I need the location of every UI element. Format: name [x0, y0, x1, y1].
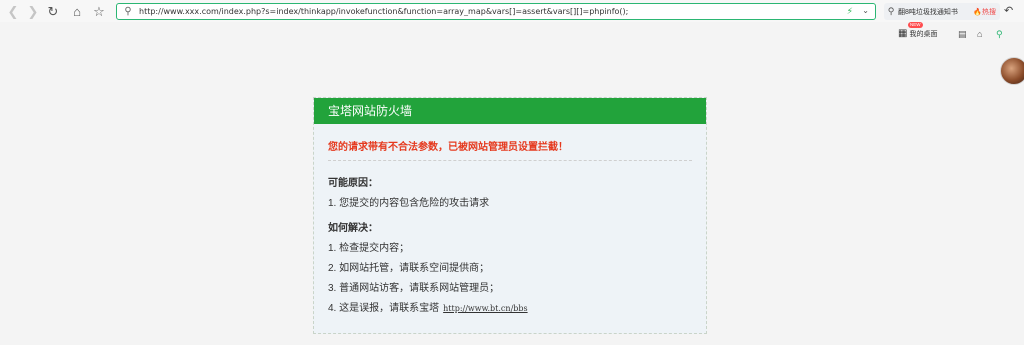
bookmark-star-icon[interactable]: ☆ [92, 4, 106, 18]
my-desktop-button[interactable]: ▦ NEW 我的桌面 [898, 22, 938, 39]
card-title: 宝塔网站防火墙 [314, 98, 706, 124]
solution-item-text: 4. 这是误报，请联系宝塔 [328, 303, 440, 314]
reasons-heading: 可能原因： [328, 178, 378, 189]
browser-toolbar: ❮ ❯ ↻ ⌂ ☆ ⚲ http://www.xxx.com/index.php… [0, 0, 1024, 22]
search-icon: ⚲ [887, 6, 895, 16]
forward-icon[interactable]: ❯ [26, 4, 40, 18]
back-icon[interactable]: ❮ [6, 4, 20, 18]
solution-item: 2. 如网站托管，请联系空间提供商； [328, 263, 490, 274]
solutions-heading: 如何解决： [328, 223, 378, 234]
firewall-card: 宝塔网站防火墙 您的请求带有不合法参数，已被网站管理员设置拦截！ 可能原因： 1… [313, 97, 707, 334]
reload-icon[interactable]: ↻ [46, 4, 60, 18]
user-avatar[interactable] [1000, 57, 1024, 85]
my-desktop-label: 我的桌面 [909, 30, 938, 38]
hot-search-label[interactable]: 🔥热搜 [973, 7, 996, 17]
address-bar[interactable]: ⚲ http://www.xxx.com/index.php?s=index/t… [116, 3, 876, 20]
search-icon: ⚲ [124, 6, 132, 17]
solution-item: 1. 检查提交内容； [328, 243, 410, 254]
lightning-icon[interactable]: ⚡ [847, 6, 853, 17]
chevron-down-icon[interactable]: ⌄ [862, 6, 869, 15]
new-badge: NEW [908, 22, 923, 28]
support-link[interactable]: http://www.bt.cn/bbs [443, 304, 527, 313]
reader-icon[interactable]: ▤ [958, 29, 967, 40]
grid-icon: ▦ [898, 28, 908, 39]
search-box[interactable]: ⚲ 翻8吨垃圾找通知书 🔥热搜 [884, 3, 1000, 20]
undo-icon[interactable]: ↶ [1004, 4, 1013, 17]
divider [328, 160, 692, 161]
solution-item: 4. 这是误报，请联系宝塔 http://www.bt.cn/bbs [328, 299, 692, 314]
solution-item: 3. 普通网站访客，请联系网站管理员； [328, 283, 500, 294]
reason-item: 1. 您提交的内容包含危险的攻击请求 [328, 198, 490, 209]
home-icon[interactable]: ⌂ [70, 4, 84, 18]
url-text[interactable]: http://www.xxx.com/index.php?s=index/thi… [139, 7, 875, 16]
search-icon[interactable]: ⚲ [996, 29, 1003, 40]
browser-toolbar-secondary: ▦ NEW 我的桌面 ▤ ⌂ ⚲ [0, 22, 1024, 44]
search-query[interactable]: 翻8吨垃圾找通知书 [898, 7, 973, 17]
home-icon[interactable]: ⌂ [977, 29, 982, 39]
block-alert: 您的请求带有不合法参数，已被网站管理员设置拦截！ [328, 142, 568, 153]
